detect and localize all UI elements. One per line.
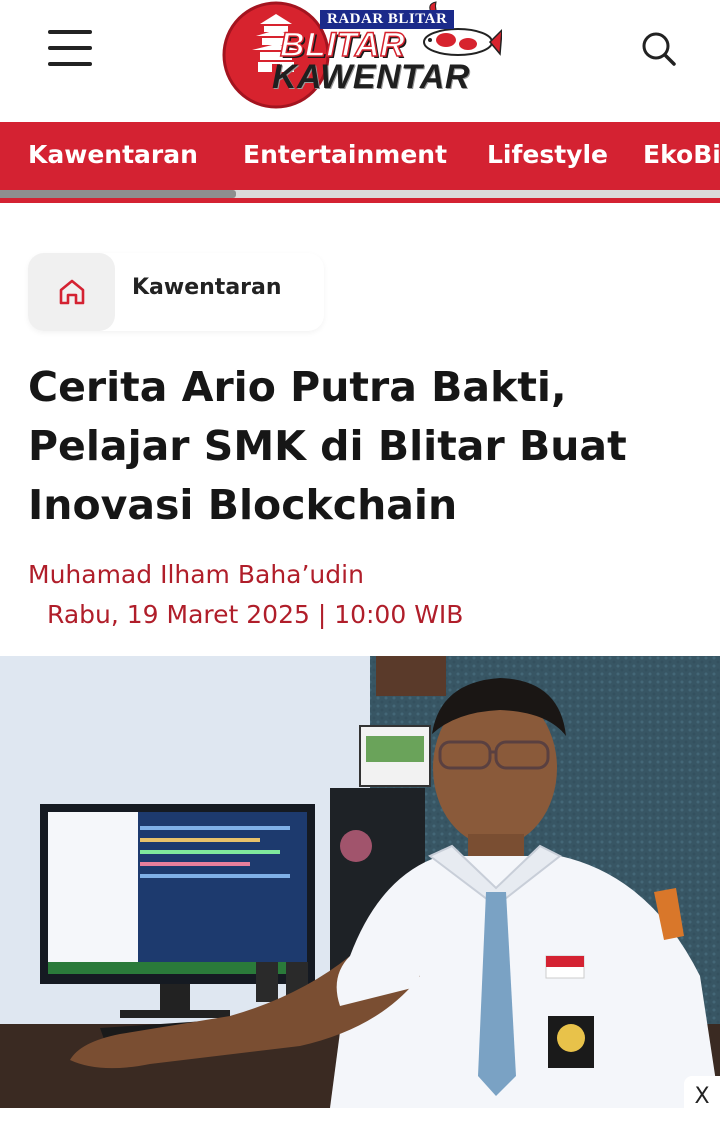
category-nav-item-lifestyle[interactable]: Lifestyle [487, 140, 608, 169]
home-icon[interactable] [28, 253, 115, 331]
category-nav-item-ekobis[interactable]: EkoBis [643, 140, 720, 169]
site-header: RADAR BLITAR BLITAR KAWENTAR [0, 0, 720, 122]
search-icon[interactable] [638, 28, 678, 68]
site-logo[interactable]: RADAR BLITAR BLITAR KAWENTAR [220, 0, 502, 110]
category-nav-scrollbar-thumb[interactable] [0, 190, 236, 198]
article-title: Cerita Ario Putra Bakti, Pelajar SMK di … [28, 363, 627, 529]
article-hero-image [0, 656, 720, 1108]
logo-text-kawentar: KAWENTAR [272, 58, 470, 96]
close-ad-button[interactable]: X [684, 1076, 720, 1116]
hamburger-menu-icon[interactable] [48, 30, 92, 68]
article-date: Rabu, 19 Maret 2025 | 10:00 WIB [47, 600, 464, 629]
article-author[interactable]: Muhamad Ilham Baha’udin [28, 560, 364, 589]
breadcrumb-category-link[interactable]: Kawentaran [132, 275, 282, 300]
breadcrumb: Kawentaran [28, 253, 324, 331]
category-nav-item-entertainment[interactable]: Entertainment [243, 140, 447, 169]
category-nav-item-kawentaran[interactable]: Kawentaran [28, 140, 198, 169]
